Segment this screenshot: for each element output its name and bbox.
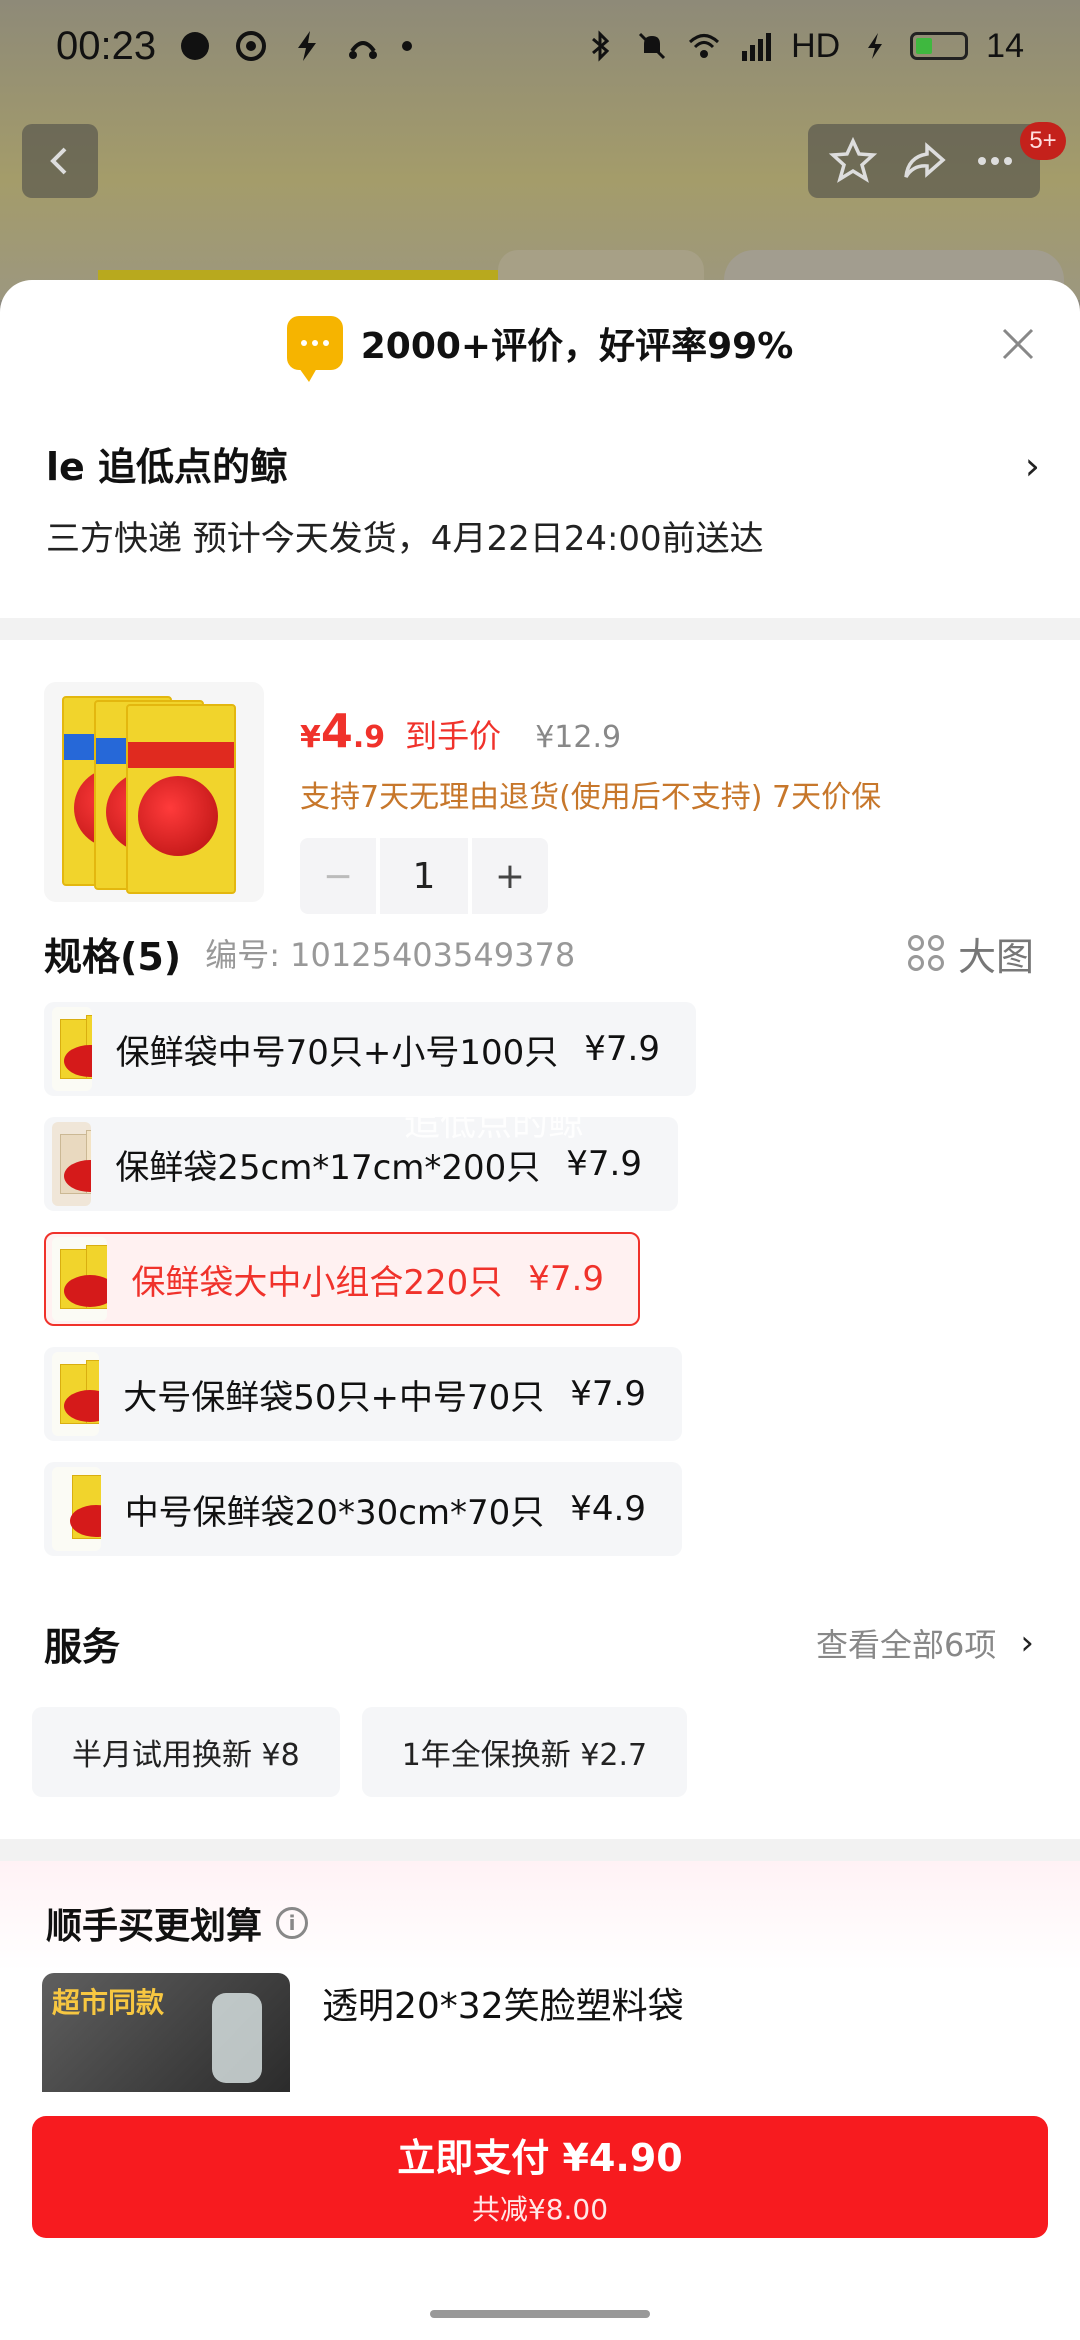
hotspot-icon — [349, 41, 378, 59]
add-on-section: 顺手买更划算 i 超市同款 透明20*32笑脸塑料袋 — [0, 1861, 1080, 2093]
bluetooth-icon — [592, 30, 610, 62]
more-notifications-dot — [402, 41, 413, 51]
message-count-badge: 5+ — [1020, 122, 1066, 160]
spec-option-price: ¥7.9 — [528, 1259, 604, 1299]
discount-total: 共减¥8.00 — [471, 2192, 609, 2226]
spec-option[interactable]: 中号保鲜袋20*30cm*70只 ¥4.9 — [44, 1462, 682, 1556]
service-header: 服务 查看全部6项 › — [0, 1577, 1080, 1677]
chevron-right-icon: › — [1024, 444, 1040, 488]
close-icon[interactable] — [1000, 326, 1036, 362]
spec-option-price: ¥7.9 — [570, 1374, 646, 1414]
spec-thumbnail — [52, 1467, 101, 1551]
info-icon[interactable]: i — [276, 1907, 309, 1939]
battery-level: 14 — [986, 26, 1024, 65]
app-notification-icon — [236, 31, 267, 61]
spec-option-selected[interactable]: 保鲜袋大中小组合220只 ¥7.9 — [44, 1232, 640, 1326]
status-time: 00:23 — [56, 23, 157, 68]
section-divider — [0, 1839, 1080, 1861]
spec-options: 保鲜袋中号70只+小号100只 ¥7.9 保鲜袋25cm*17cm*200只 ¥… — [0, 988, 1080, 1556]
chat-bubble-icon — [181, 32, 210, 60]
pay-now-label: 立即支付 ¥4.90 — [397, 2135, 683, 2180]
original-price: ¥12.9 — [535, 720, 622, 755]
service-chip[interactable]: 1年全保换新 ¥2.7 — [361, 1707, 688, 1797]
view-all-label: 查看全部6项 — [816, 1626, 997, 1664]
home-indicator[interactable] — [430, 2310, 650, 2318]
spec-option-price: ¥4.9 — [570, 1489, 646, 1529]
chevron-right-icon: › — [1020, 1623, 1034, 1663]
big-picture-toggle[interactable]: 大图 — [907, 926, 1034, 981]
spec-title: 规格(5) — [44, 934, 182, 979]
spec-thumbnail — [52, 1237, 108, 1321]
add-on-item-name: 透明20*32笑脸塑料袋 — [322, 1986, 684, 2027]
address-section[interactable]: le 追低点的鲸 › 三方快递 预计今天发货，4月22日24:00前送达 — [0, 406, 1080, 618]
top-action-bar — [808, 124, 1040, 198]
spec-option-name: 保鲜袋25cm*17cm*200只 — [115, 1147, 541, 1188]
share-icon[interactable] — [899, 136, 949, 186]
spec-option-name: 保鲜袋大中小组合220只 — [131, 1262, 503, 1303]
service-options: 半月试用换新 ¥8 1年全保换新 ¥2.7 — [0, 1677, 1080, 1797]
supermarket-tag: 超市同款 — [52, 1986, 165, 2019]
add-on-image: 超市同款 — [42, 1973, 290, 2093]
service-chip[interactable]: 半月试用换新 ¥8 — [32, 1707, 340, 1797]
spec-thumbnail — [52, 1352, 100, 1436]
back-button[interactable] — [22, 124, 98, 198]
spec-option[interactable]: 保鲜袋25cm*17cm*200只 ¥7.9 — [44, 1117, 678, 1211]
sku-selection-sheet: 2000+评价，好评率99% le 追低点的鲸 › 三方快递 预计今天发货，4月… — [0, 280, 1080, 2340]
return-guarantee: 支持7天无理由退货(使用后不支持) 7天价保 — [300, 780, 882, 815]
review-bubble-icon — [286, 316, 343, 382]
product-code: 编号: 10125403549378 — [205, 936, 576, 974]
spec-option-name: 中号保鲜袋20*30cm*70只 — [124, 1492, 545, 1533]
add-on-title: 顺手买更划算 i — [46, 1897, 1034, 1949]
wifi-icon — [689, 34, 720, 58]
quantity-value[interactable]: 1 — [380, 838, 468, 914]
mute-bell-icon — [639, 32, 666, 60]
network-label: HD — [791, 26, 841, 65]
section-divider — [0, 618, 1080, 640]
spec-option-price: ¥7.9 — [566, 1144, 642, 1184]
increase-quantity-button[interactable]: + — [472, 838, 548, 914]
spec-option[interactable]: 大号保鲜袋50只+中号70只 ¥7.9 — [44, 1347, 682, 1441]
decrease-quantity-button[interactable]: − — [300, 838, 376, 914]
sheet-header: 2000+评价，好评率99% — [0, 280, 1080, 406]
favorite-star-icon[interactable] — [828, 136, 878, 186]
rating-summary[interactable]: 2000+评价，好评率99% — [361, 317, 794, 369]
lightning-icon — [298, 31, 317, 61]
charging-icon — [868, 33, 883, 59]
quantity-stepper: − 1 + — [300, 838, 881, 914]
add-on-item[interactable]: 超市同款 透明20*32笑脸塑料袋 — [42, 1973, 1034, 2093]
product-image[interactable] — [44, 682, 264, 902]
pay-now-button[interactable]: 立即支付 ¥4.90 共减¥8.00 — [32, 2116, 1048, 2238]
product-info: ¥4.9 到手价 ¥12.9 支持7天无理由退货(使用后不支持) 7天价保 − … — [300, 682, 882, 914]
spec-option-name: 大号保鲜袋50只+中号70只 — [123, 1377, 545, 1418]
add-on-title-text: 顺手买更划算 — [46, 1906, 263, 1947]
spec-option-price: ¥7.9 — [584, 1029, 660, 1069]
spec-option-name: 保鲜袋中号70只+小号100只 — [115, 1032, 559, 1073]
final-price: ¥4.9 — [300, 704, 386, 758]
spec-thumbnail — [52, 1007, 92, 1091]
battery-icon — [910, 32, 969, 60]
final-price-label: 到手价 — [405, 717, 502, 755]
spec-option[interactable]: 保鲜袋中号70只+小号100只 ¥7.9 — [44, 1002, 696, 1096]
grid-view-icon — [907, 935, 944, 971]
more-options-icon[interactable] — [970, 136, 1020, 186]
signal-icon — [742, 33, 772, 61]
spec-thumbnail — [52, 1122, 92, 1206]
checkout-footer: 立即支付 ¥4.90 共减¥8.00 — [0, 2092, 1080, 2340]
service-title: 服务 — [44, 1624, 121, 1669]
big-picture-label: 大图 — [957, 934, 1034, 979]
address-title: le 追低点的鲸 — [46, 445, 289, 489]
product-summary: ¥4.9 到手价 ¥12.9 支持7天无理由退货(使用后不支持) 7天价保 − … — [0, 640, 1080, 914]
status-bar: 00:23 HD 14 — [0, 0, 1080, 92]
delivery-estimate: 三方快递 预计今天发货，4月22日24:00前送达 — [46, 519, 764, 559]
view-all-services[interactable]: 查看全部6项 › — [816, 1620, 1034, 1666]
chevron-left-icon — [50, 147, 67, 175]
